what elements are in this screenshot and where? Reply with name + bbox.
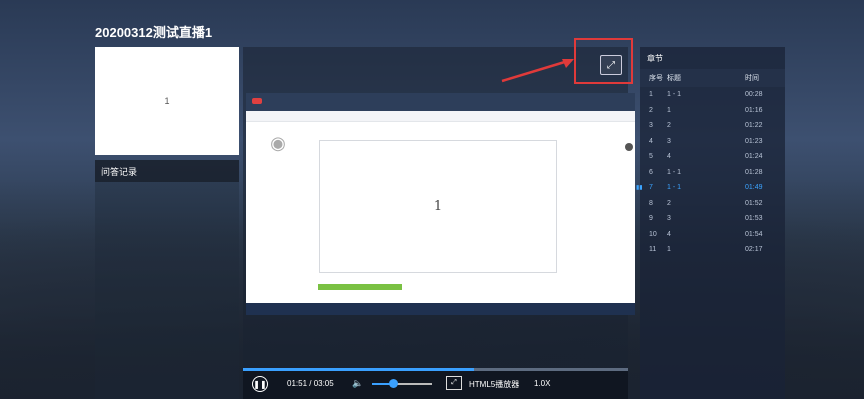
chapter-columns: 序号 标题 时间	[640, 69, 785, 87]
chapter-header: 章节	[647, 53, 663, 63]
highlight-annotation	[574, 38, 633, 84]
recorded-app-toolbar	[246, 111, 635, 122]
column-time: 时间	[745, 75, 759, 82]
volume-knob[interactable]	[389, 379, 398, 388]
playing-icon: ▮▮	[636, 185, 643, 192]
camera-icon: ◉	[270, 133, 286, 153]
chapter-row[interactable]: 11 1 02:17	[640, 242, 785, 258]
recorded-app-titlebar	[246, 93, 635, 111]
chapter-index: 3	[649, 122, 653, 130]
chapter-time: 01:16	[745, 106, 763, 114]
video-frame: ◉ 1	[246, 93, 635, 315]
chapter-row[interactable]: 6 1 - 1 01:28	[640, 165, 785, 181]
chapter-title: 2	[667, 199, 671, 207]
chapter-time: 00:28	[745, 91, 763, 99]
chapter-title: 1 - 1	[667, 184, 682, 192]
chapter-row[interactable]: 5 4 01:24	[640, 149, 785, 165]
chapter-title: 1	[667, 246, 671, 254]
chapter-row[interactable]: 3 2 01:22	[640, 118, 785, 134]
column-title: 标题	[667, 75, 681, 82]
chapter-time: 01:28	[745, 168, 763, 176]
chapter-index: 5	[649, 153, 653, 161]
chapter-time: 01:24	[745, 153, 763, 161]
chapter-index: 4	[649, 137, 653, 145]
chapter-title: 1 - 1	[667, 168, 682, 176]
chapter-row[interactable]: 8 2 01:52	[640, 196, 785, 212]
page-title: 20200312测试直播1	[95, 25, 213, 40]
progress-fill	[243, 368, 474, 371]
chapter-index: 10	[649, 230, 657, 238]
slide-content: 1	[319, 140, 557, 273]
volume-icon[interactable]: 🔈	[352, 378, 363, 389]
html5-player-label[interactable]: HTML5播放器	[469, 379, 519, 390]
chapter-index: 1	[649, 91, 653, 99]
chapter-row[interactable]: 1 1 - 1 00:28	[640, 87, 785, 103]
recorded-taskbar	[246, 303, 635, 315]
chapter-title: 1	[667, 106, 671, 114]
chapter-row[interactable]: ▮▮ 7 1 - 1 01:49	[636, 180, 785, 196]
status-bar	[318, 284, 402, 290]
qa-title: 问答记录	[101, 166, 138, 177]
slide-number: 1	[433, 199, 443, 214]
chapter-time: 01:23	[745, 137, 763, 145]
chapter-index: 11	[649, 246, 657, 254]
chapter-title: 2	[667, 122, 671, 130]
chapter-title: 3	[667, 215, 671, 223]
chapter-row[interactable]: 4 3 01:23	[640, 134, 785, 150]
screenshot-icon[interactable]: ⤢	[446, 376, 462, 390]
chapter-index: 2	[649, 106, 653, 114]
chapter-index: ▮▮ 7	[636, 184, 653, 192]
qa-list	[95, 182, 239, 399]
chapter-row[interactable]: 9 3 01:53	[640, 211, 785, 227]
chapter-time: 01:53	[745, 215, 763, 223]
chapter-time: 01:52	[745, 199, 763, 207]
pause-button[interactable]: ❚❚	[252, 376, 268, 392]
annotation-arrow-icon	[501, 59, 574, 83]
chapter-row[interactable]: 10 4 01:54	[640, 227, 785, 243]
chapter-time: 01:49	[745, 184, 763, 192]
chapter-index: 9	[649, 215, 653, 223]
chapter-title: 4	[667, 153, 671, 161]
speed-button[interactable]: 1.0X	[534, 379, 550, 388]
chapter-time: 01:22	[745, 122, 763, 130]
chapter-title: 4	[667, 230, 671, 238]
column-index: 序号	[649, 75, 663, 82]
record-icon	[252, 98, 262, 104]
chapter-row[interactable]: 2 1 01:16	[640, 103, 785, 119]
time-display: 01:51 / 03:05	[287, 379, 334, 388]
chapter-title: 1 - 1	[667, 91, 682, 99]
qa-header: 问答记录	[95, 160, 239, 182]
slide-thumbnail[interactable]: 1	[95, 47, 239, 155]
scroll-indicator	[625, 143, 633, 151]
chapter-index: 6	[649, 168, 653, 176]
chapter-time: 01:54	[745, 230, 763, 238]
chapter-title: 3	[667, 137, 671, 145]
chapter-list: 1 1 - 1 00:28 2 1 01:16 3 2 01:22 4 3 01:23 5 4 01:24 6…	[636, 87, 785, 258]
thumbnail-label: 1	[164, 96, 170, 106]
chapter-time: 02:17	[745, 246, 763, 254]
chapter-index: 8	[649, 199, 653, 207]
chapter-panel: 章节 序号 标题 时间 1 1 - 1 00:28 2 1 01:16 3 2 01:22 4 3 0…	[636, 47, 785, 399]
